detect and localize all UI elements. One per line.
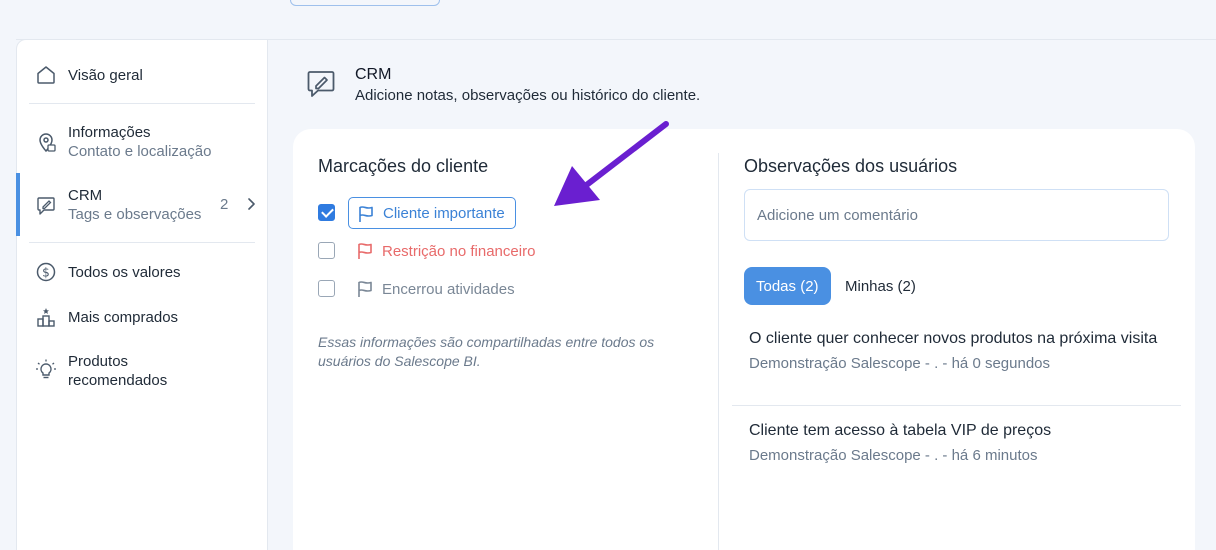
- sidebar-item-crm[interactable]: CRM Tags e observações: [17, 186, 267, 226]
- sidebar-item-mais-comprados[interactable]: Mais comprados: [17, 305, 267, 331]
- comment-item: O cliente quer conhecer novos produtos n…: [749, 329, 1159, 373]
- comment-divider: [732, 405, 1181, 406]
- sidebar-item-label: Informações: [68, 124, 151, 141]
- sidebar-item-sublabel: Contato e localização: [68, 143, 212, 160]
- dollar-circle-icon: $: [36, 262, 56, 282]
- flag-icon: [358, 281, 372, 297]
- sidebar-item-label: recomendados: [68, 372, 168, 389]
- chevron-right-icon[interactable]: [245, 197, 257, 211]
- sidebar-item-produtos-recomendados[interactable]: Produtos recomendados: [17, 352, 267, 392]
- comment-text: O cliente quer conhecer novos produtos n…: [749, 330, 1158, 347]
- sidebar-divider: [29, 242, 255, 243]
- tag-chip[interactable]: Encerrou atividades: [348, 273, 525, 305]
- annotation-arrow-icon: [554, 121, 669, 206]
- sidebar-item-visao-geral[interactable]: Visão geral: [17, 63, 267, 89]
- edit-note-icon: [37, 197, 55, 215]
- tag-chip[interactable]: Restrição no financeiro: [348, 235, 545, 267]
- tag-row-encerrou-atividades: Encerrou atividades: [318, 273, 538, 303]
- card-divider: [718, 153, 719, 550]
- page-title: CRM: [355, 66, 392, 83]
- sidebar-item-todos-valores[interactable]: $ Todos os valores: [17, 260, 267, 286]
- crm-count-badge: 2: [220, 196, 229, 213]
- tag-checkbox[interactable]: [318, 204, 335, 221]
- comment-meta: Demonstração Salescope - . - há 0 segund…: [749, 355, 1051, 372]
- sidebar-item-label: Mais comprados: [68, 309, 179, 326]
- comment-meta: Demonstração Salescope - . - há 6 minuto…: [749, 447, 1038, 464]
- sidebar-item-label: Produtos: [68, 353, 129, 370]
- svg-text:$: $: [42, 266, 50, 280]
- shared-info-note: Essas informações são compartilhadas ent…: [318, 334, 655, 369]
- podium-icon: [37, 308, 55, 327]
- top-button[interactable]: [290, 0, 440, 6]
- page-subtitle: Adicione notas, observações ou histórico…: [355, 87, 701, 104]
- tag-chip[interactable]: Cliente importante: [348, 197, 516, 229]
- tag-label: Cliente importante: [383, 204, 505, 222]
- sidebar-item-informacoes[interactable]: Informações Contato e localização: [17, 123, 267, 163]
- location-pin-icon: [39, 133, 56, 153]
- sidebar-item-label: CRM: [68, 187, 103, 204]
- comment-text: Cliente tem acesso à tabela VIP de preço…: [749, 422, 1052, 439]
- tag-row-cliente-importante: Cliente importante: [318, 197, 538, 229]
- comment-item: Cliente tem acesso à tabela VIP de preço…: [749, 421, 1159, 465]
- lightbulb-icon: [36, 359, 56, 379]
- tab-minhas[interactable]: Minhas (2): [833, 267, 928, 305]
- tag-label: Encerrou atividades: [382, 280, 515, 298]
- tag-checkbox[interactable]: [318, 280, 335, 297]
- sidebar-divider: [29, 103, 255, 104]
- tag-row-restricao-financeiro: Restrição no financeiro: [318, 235, 558, 265]
- comment-input[interactable]: [744, 189, 1169, 241]
- sidebar: Visão geral Informações Contato e locali…: [16, 39, 268, 550]
- flag-icon: [359, 206, 373, 222]
- sidebar-item-sublabel: Tags e observações: [68, 206, 202, 223]
- sidebar-item-label: Todos os valores: [68, 264, 181, 281]
- tab-todas[interactable]: Todas (2): [744, 267, 831, 305]
- tags-section-title: Marcações do cliente: [318, 156, 489, 176]
- tag-label: Restrição no financeiro: [382, 242, 536, 260]
- observations-section-title: Observações dos usuários: [744, 156, 958, 176]
- crm-note-icon: [307, 71, 335, 97]
- flag-icon: [358, 243, 372, 259]
- tag-checkbox[interactable]: [318, 242, 335, 259]
- house-icon: [37, 66, 55, 84]
- sidebar-item-label: Visão geral: [68, 67, 143, 84]
